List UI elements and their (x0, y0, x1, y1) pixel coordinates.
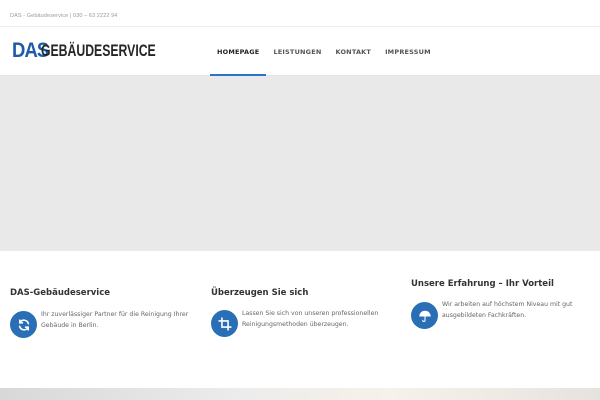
contact-info: DAS - Gebäudeservice | 030 – 63 2222 94 (10, 13, 118, 19)
logo-gebaeudeservice: GEBÄUDESERVICE (41, 41, 156, 60)
site-logo[interactable]: DAS GEBÄUDESERVICE (12, 36, 200, 66)
feature-text: Lassen Sie sich von unseren professionel… (242, 310, 379, 328)
logo-das: DAS (12, 39, 49, 62)
features-section: DAS-Gebäudeservice Ihr zuverlässiger Par… (0, 251, 600, 388)
feature-text: Wir arbeiten auf höchstem Niveau mit gut… (442, 301, 573, 319)
nav-impressum[interactable]: IMPRESSUM (378, 27, 438, 76)
next-section-image (0, 388, 600, 400)
nav-kontakt[interactable]: KONTAKT (329, 27, 379, 76)
feature-text: Ihr zuverlässiger Partner für die Reinig… (41, 311, 189, 329)
feature-title: Überzeugen Sie sich (211, 288, 309, 298)
site-header: DAS GEBÄUDESERVICE HOMEPAGE LEISTUNGEN K… (0, 27, 600, 76)
feature-title: Unsere Erfahrung – Ihr Vorteil (411, 279, 554, 289)
crop-icon (211, 310, 238, 337)
umbrella-icon (411, 302, 438, 329)
nav-leistungen[interactable]: LEISTUNGEN (266, 27, 328, 76)
top-info-bar: DAS - Gebäudeservice | 030 – 63 2222 94 (0, 0, 600, 27)
main-nav: HOMEPAGE LEISTUNGEN KONTAKT IMPRESSUM (210, 27, 438, 76)
nav-homepage[interactable]: HOMEPAGE (210, 27, 267, 76)
feature-title: DAS-Gebäudeservice (10, 288, 111, 298)
refresh-icon (10, 311, 37, 338)
hero-banner (0, 76, 600, 251)
